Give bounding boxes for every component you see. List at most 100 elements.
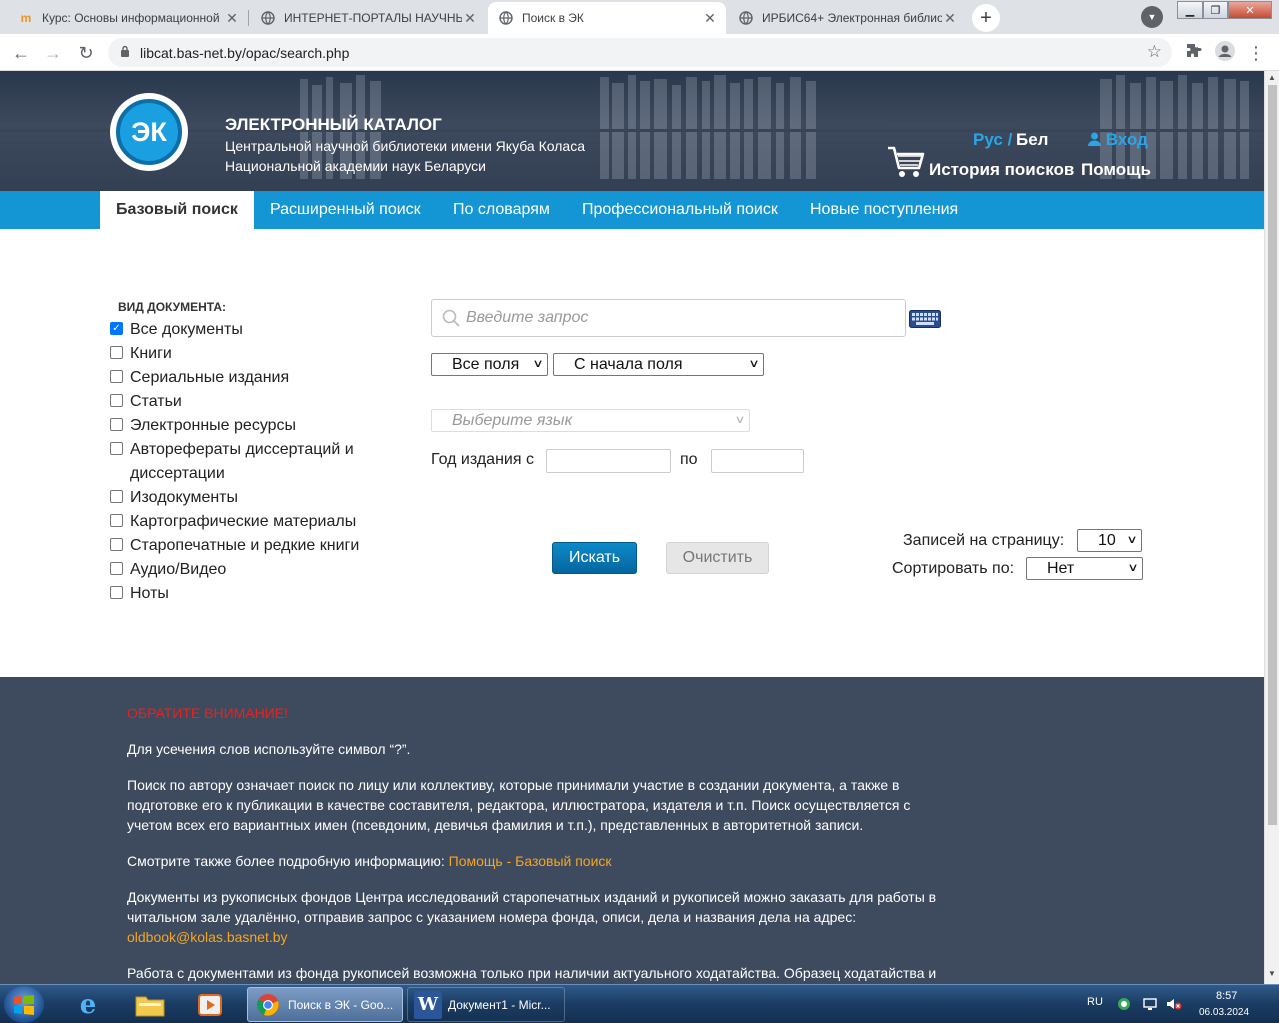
tab-dictionaries[interactable]: По словарям	[437, 191, 566, 229]
year-to-input[interactable]	[711, 449, 804, 473]
doc-type-maps[interactable]: Картографические материалы	[110, 510, 356, 534]
checkbox[interactable]	[110, 538, 123, 551]
field-select[interactable]: Все поля ∨	[431, 353, 548, 376]
doc-type-audio-video[interactable]: Аудио/Видео	[110, 558, 226, 582]
tab-internet-portals[interactable]: ИНТЕРНЕТ-ПОРТАЛЫ НАУЧНЫХ ✕	[250, 2, 486, 34]
checkbox[interactable]	[110, 490, 123, 503]
main-nav: Базовый поиск Расширенный поиск По слова…	[0, 191, 1264, 229]
input-language[interactable]: RU	[1087, 996, 1103, 1008]
profile-button[interactable]	[1212, 40, 1238, 66]
lang-be-link[interactable]: Бел	[1016, 130, 1048, 150]
chevron-down-icon: ∨	[1127, 562, 1139, 574]
doc-type-all[interactable]: ✓ Все документы	[110, 318, 243, 342]
tab-search-ek[interactable]: Поиск в ЭК ✕	[488, 2, 726, 34]
scroll-up-icon[interactable]: ▲	[1268, 73, 1276, 82]
language-select[interactable]: Выберите язык ∨	[431, 409, 750, 432]
scroll-down-icon[interactable]: ▼	[1268, 969, 1276, 978]
menu-button[interactable]: ⋮	[1243, 40, 1269, 66]
minimize-button[interactable]: ▁	[1177, 1, 1203, 19]
close-icon: ✕	[1245, 4, 1255, 17]
monitor-icon[interactable]	[1143, 997, 1157, 1014]
checkbox[interactable]	[110, 418, 123, 431]
doc-type-label-text: Сериальные издания	[130, 369, 290, 386]
tab-professional-search[interactable]: Профессиональный поиск	[566, 191, 794, 229]
site-header: ЭК ЭЛЕКТРОННЫЙ КАТАЛОГ Центральной научн…	[0, 71, 1264, 191]
browser-tab-strip: m Курс: Основы информационной ✕ ИНТЕРНЕТ…	[0, 0, 1279, 34]
network-status-icon[interactable]	[1117, 997, 1131, 1014]
info-truncation: Для усечения слов используйте символ “?”…	[127, 741, 411, 757]
help-link[interactable]: Помощь	[1081, 160, 1151, 180]
clock-date[interactable]: 06.03.2024	[1199, 1007, 1249, 1018]
maximize-button[interactable]: ❐	[1203, 1, 1228, 19]
tab-irbis[interactable]: ИРБИС64+ Электронная библиотека ✕	[728, 2, 966, 34]
doc-type-rare-books[interactable]: Старопечатные и редкие книги	[110, 534, 359, 558]
back-button[interactable]: ←	[8, 40, 34, 66]
doc-type-electronic[interactable]: Электронные ресурсы	[110, 414, 296, 438]
doc-type-images[interactable]: Изодокументы	[110, 486, 238, 510]
forward-button[interactable]: →	[40, 40, 66, 66]
match-select-value: С начала поля	[574, 355, 683, 373]
checkbox-checked[interactable]: ✓	[110, 322, 123, 335]
chevron-down-icon: ∨	[532, 358, 544, 370]
checkbox[interactable]	[110, 562, 123, 575]
search-input[interactable]	[466, 309, 866, 327]
tab-title: ИНТЕРНЕТ-ПОРТАЛЫ НАУЧНЫХ	[284, 11, 462, 25]
year-from-label: Год издания с	[431, 451, 534, 468]
virtual-keyboard-icon[interactable]	[909, 310, 941, 328]
doc-type-articles[interactable]: Статьи	[110, 390, 182, 414]
checkbox[interactable]	[110, 514, 123, 527]
tab-advanced-search[interactable]: Расширенный поиск	[254, 191, 437, 229]
new-tab-button[interactable]: +	[972, 4, 1000, 32]
help-basic-search-link[interactable]: Помощь - Базовый поиск	[449, 853, 612, 869]
minimize-icon: ▁	[1185, 4, 1195, 17]
taskbar-task-chrome[interactable]: Поиск в ЭК - Goo...	[247, 987, 403, 1022]
cart-icon[interactable]	[886, 144, 926, 180]
per-page-select[interactable]: 10 ∨	[1077, 529, 1142, 552]
checkbox[interactable]	[110, 442, 123, 455]
lang-ru-link[interactable]: Рус /	[973, 130, 1012, 150]
page-scrollbar[interactable]: ▲ ▼	[1264, 71, 1279, 984]
search-button[interactable]: Искать	[552, 542, 637, 574]
checkbox[interactable]	[110, 346, 123, 359]
doc-type-books[interactable]: Книги	[110, 342, 172, 366]
doc-type-dissertations[interactable]: Авторефераты диссертаций и диссертации	[110, 438, 354, 486]
doc-type-sheet-music[interactable]: Ноты	[110, 582, 169, 606]
close-icon[interactable]: ✕	[702, 10, 718, 27]
doc-type-serials[interactable]: Сериальные издания	[110, 366, 289, 390]
reload-button[interactable]: ↻	[73, 40, 99, 66]
doc-type-label-text: Авторефераты диссертаций и диссертации	[130, 438, 354, 486]
year-from-input[interactable]	[546, 449, 671, 473]
volume-muted-icon[interactable]	[1166, 997, 1182, 1014]
clear-button[interactable]: Очистить	[666, 542, 769, 574]
close-icon[interactable]: ✕	[942, 10, 958, 27]
tab-new-arrivals[interactable]: Новые поступления	[794, 191, 974, 229]
explorer-taskbar-button[interactable]	[128, 988, 172, 1021]
tab-basic-search[interactable]: Базовый поиск	[100, 191, 254, 229]
taskbar-task-word[interactable]: W Документ1 - Micr...	[407, 987, 565, 1022]
ie-taskbar-button[interactable]: e	[66, 988, 110, 1021]
login-link[interactable]: Вход	[1088, 130, 1148, 150]
close-window-button[interactable]: ✕	[1228, 1, 1272, 19]
start-button[interactable]	[4, 986, 44, 1023]
bookmark-star-icon[interactable]: ☆	[1147, 42, 1162, 62]
tab-course[interactable]: m Курс: Основы информационной ✕	[8, 2, 248, 34]
extensions-button[interactable]	[1181, 40, 1207, 66]
lang-separator: /	[1007, 130, 1013, 149]
checkbox[interactable]	[110, 370, 123, 383]
clock-time[interactable]: 8:57	[1216, 990, 1237, 1002]
scroll-thumb[interactable]	[1268, 85, 1277, 825]
checkbox[interactable]	[110, 586, 123, 599]
internet-explorer-icon: e	[79, 989, 97, 1020]
search-box[interactable]	[431, 299, 906, 337]
checkbox[interactable]	[110, 394, 123, 407]
media-player-taskbar-button[interactable]	[188, 988, 232, 1021]
search-history-link[interactable]: История поисков	[929, 160, 1074, 180]
email-link[interactable]: oldbook@kolas.basnet.by	[127, 929, 288, 945]
close-icon[interactable]: ✕	[462, 10, 478, 27]
close-icon[interactable]: ✕	[224, 10, 240, 27]
ek-logo[interactable]: ЭК	[110, 93, 188, 171]
address-bar[interactable]: libcat.bas-net.by/opac/search.php ☆	[108, 38, 1172, 67]
match-select[interactable]: С начала поля ∨	[553, 353, 764, 376]
sort-select[interactable]: Нет ∨	[1026, 557, 1143, 580]
tab-search-dropdown-icon[interactable]: ▼	[1141, 6, 1163, 28]
